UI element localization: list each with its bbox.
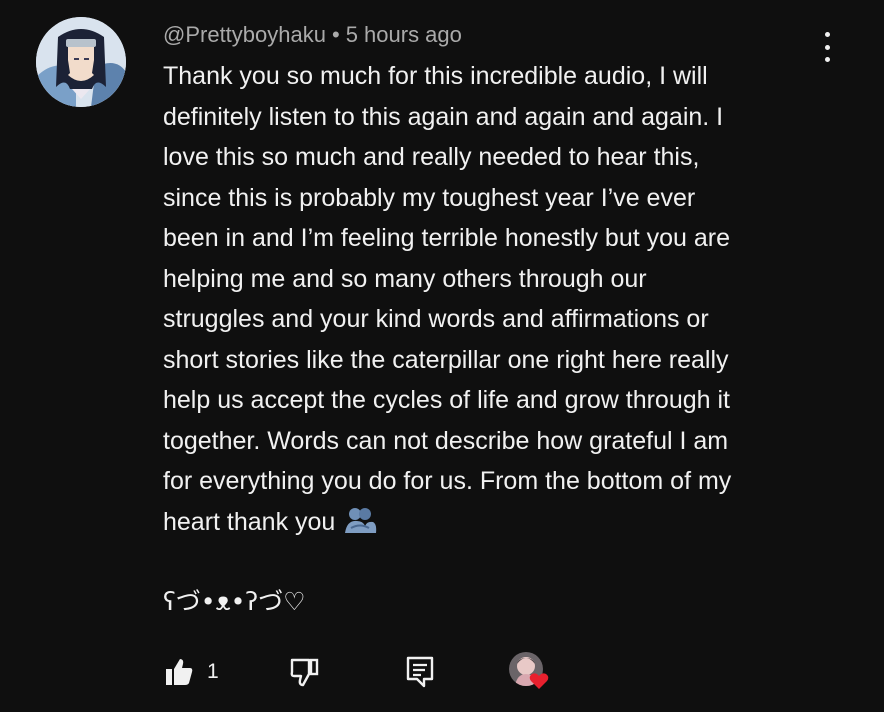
comment-line: love this so much and really needed to h… (163, 143, 700, 171)
comment-line-last: heart thank you (163, 502, 843, 547)
like-count: 1 (207, 660, 219, 683)
like-button[interactable]: 1 (163, 650, 219, 694)
comment-actions: 1 (163, 650, 763, 694)
menu-dot (824, 44, 830, 50)
comment-line: helping me and so many others through ou… (163, 264, 647, 293)
comment-line: together. Words can not describe how gra… (163, 426, 729, 455)
thumbs-down-icon (290, 658, 319, 687)
comment-meta: @Prettyboyhaku • 5 hours ago (163, 22, 462, 48)
comment-line: for everything you do for us. From the b… (163, 467, 732, 495)
comment-thread: @Prettyboyhaku • 5 hours ago Thank you so … (0, 0, 884, 712)
comment-timestamp[interactable]: 5 hours ago (346, 22, 462, 47)
reply-button[interactable] (405, 650, 435, 694)
comment-line-text: heart thank you (163, 507, 336, 536)
dislike-button[interactable] (287, 650, 321, 694)
reply-comment-icon (406, 656, 434, 688)
comment-line: Thank you so much for this incredible au… (163, 62, 708, 90)
comment-line: short stories like the caterpillar one r… (163, 345, 729, 374)
kaomoji-text: ʕづ•ᴥ•ʔづ♡ (163, 587, 306, 616)
author-avatar[interactable] (36, 17, 126, 107)
thumbs-up-filled-icon (166, 659, 193, 685)
creator-heart-icon (529, 673, 549, 689)
people-hugging-icon (343, 506, 377, 547)
comment-line: been in and I’m feeling terrible honestl… (163, 224, 731, 252)
creator-heart-badge[interactable] (509, 652, 549, 692)
comment-body: Thank you so much for this incredible au… (163, 56, 843, 546)
comment-line: help us accept the cycles of life and gr… (163, 386, 730, 414)
anime-avatar-icon (36, 17, 126, 107)
author-handle[interactable]: @Prettyboyhaku (163, 22, 326, 47)
comment-line: definitely listen to this again and agai… (163, 102, 724, 131)
comment-line: struggles and your kind words and affirm… (163, 305, 709, 333)
comment-line: since this is probably my toughest year … (163, 183, 696, 212)
menu-dot (824, 32, 830, 37)
meta-separator: • (331, 22, 340, 47)
